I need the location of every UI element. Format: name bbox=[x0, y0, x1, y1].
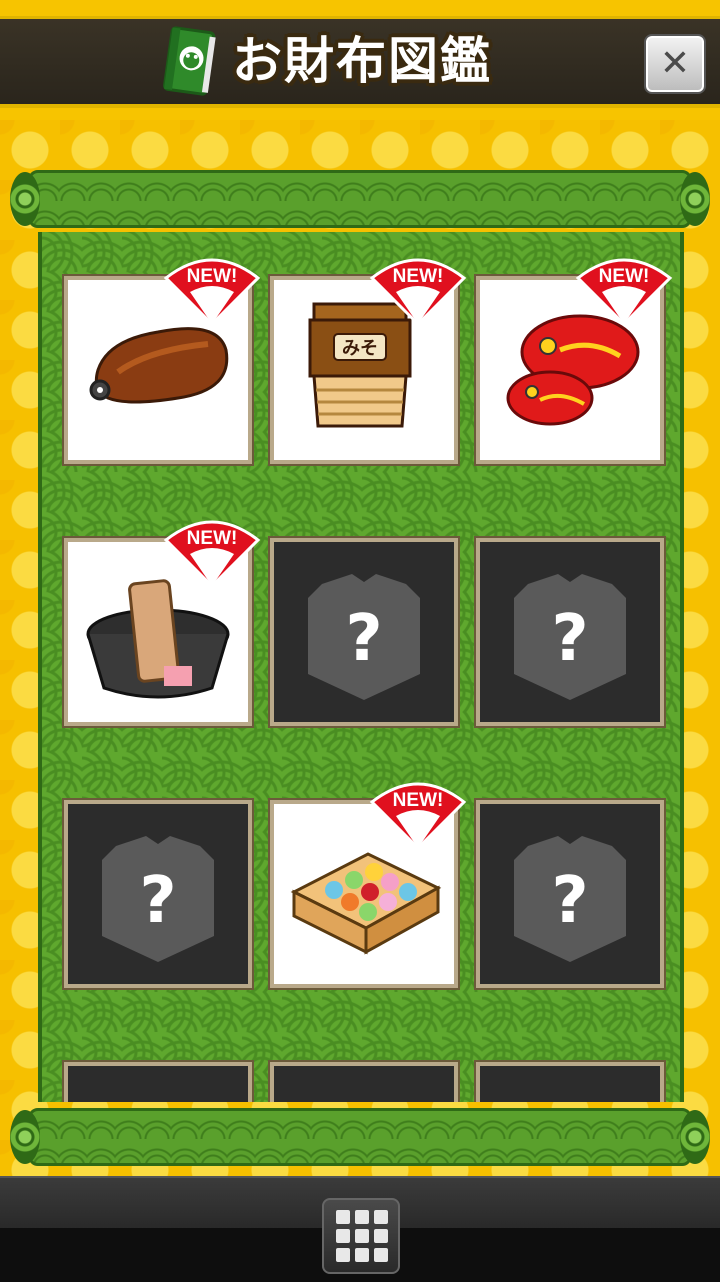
new-badge: NEW! bbox=[368, 254, 468, 328]
collection-item-12[interactable] bbox=[474, 1060, 666, 1102]
collection-item-6[interactable]: ? bbox=[474, 536, 666, 728]
collection-item-3[interactable]: NEW! bbox=[474, 258, 673, 466]
green-book-icon bbox=[163, 26, 216, 96]
collection-item-9[interactable]: ? bbox=[474, 798, 666, 990]
collection-item-4[interactable]: NEW! bbox=[62, 520, 261, 728]
collection-item-5[interactable]: ? bbox=[268, 536, 460, 728]
svg-text:?: ? bbox=[551, 864, 588, 938]
collection-item-10[interactable] bbox=[62, 1060, 254, 1102]
collection-panel: NEW! みそ NEW! NEW! NEW! ? ? ? NEW! ? bbox=[38, 232, 684, 1102]
new-badge: NEW! bbox=[162, 516, 262, 590]
page-title: お財布図鑑 bbox=[232, 32, 492, 90]
header: お財布図鑑 ✕ bbox=[0, 0, 720, 120]
mystery-bag-icon: ? bbox=[308, 574, 420, 700]
mystery-bag-icon: ? bbox=[514, 836, 626, 962]
svg-text:?: ? bbox=[345, 602, 382, 676]
collection-item-11[interactable] bbox=[268, 1060, 460, 1102]
svg-text:?: ? bbox=[139, 864, 176, 938]
collection-item-7[interactable]: ? bbox=[62, 798, 254, 990]
mystery-bag-icon: ? bbox=[102, 836, 214, 962]
svg-text:みそ: みそ bbox=[342, 338, 378, 359]
new-badge: NEW! bbox=[368, 778, 468, 852]
new-badge: NEW! bbox=[574, 254, 674, 328]
collection-item-1[interactable]: NEW! bbox=[62, 258, 261, 466]
bottom-nav bbox=[0, 1176, 720, 1282]
collection-item-2[interactable]: みそ NEW! bbox=[268, 258, 467, 466]
new-badge: NEW! bbox=[162, 254, 262, 328]
scroll-top-roller bbox=[10, 166, 710, 232]
svg-text:?: ? bbox=[551, 602, 588, 676]
close-button[interactable]: ✕ bbox=[646, 36, 704, 92]
grid-menu-icon[interactable] bbox=[322, 1198, 400, 1274]
mystery-bag-icon: ? bbox=[514, 574, 626, 700]
scroll-bottom-roller bbox=[10, 1104, 710, 1170]
collection-item-8[interactable]: NEW! bbox=[268, 782, 467, 990]
